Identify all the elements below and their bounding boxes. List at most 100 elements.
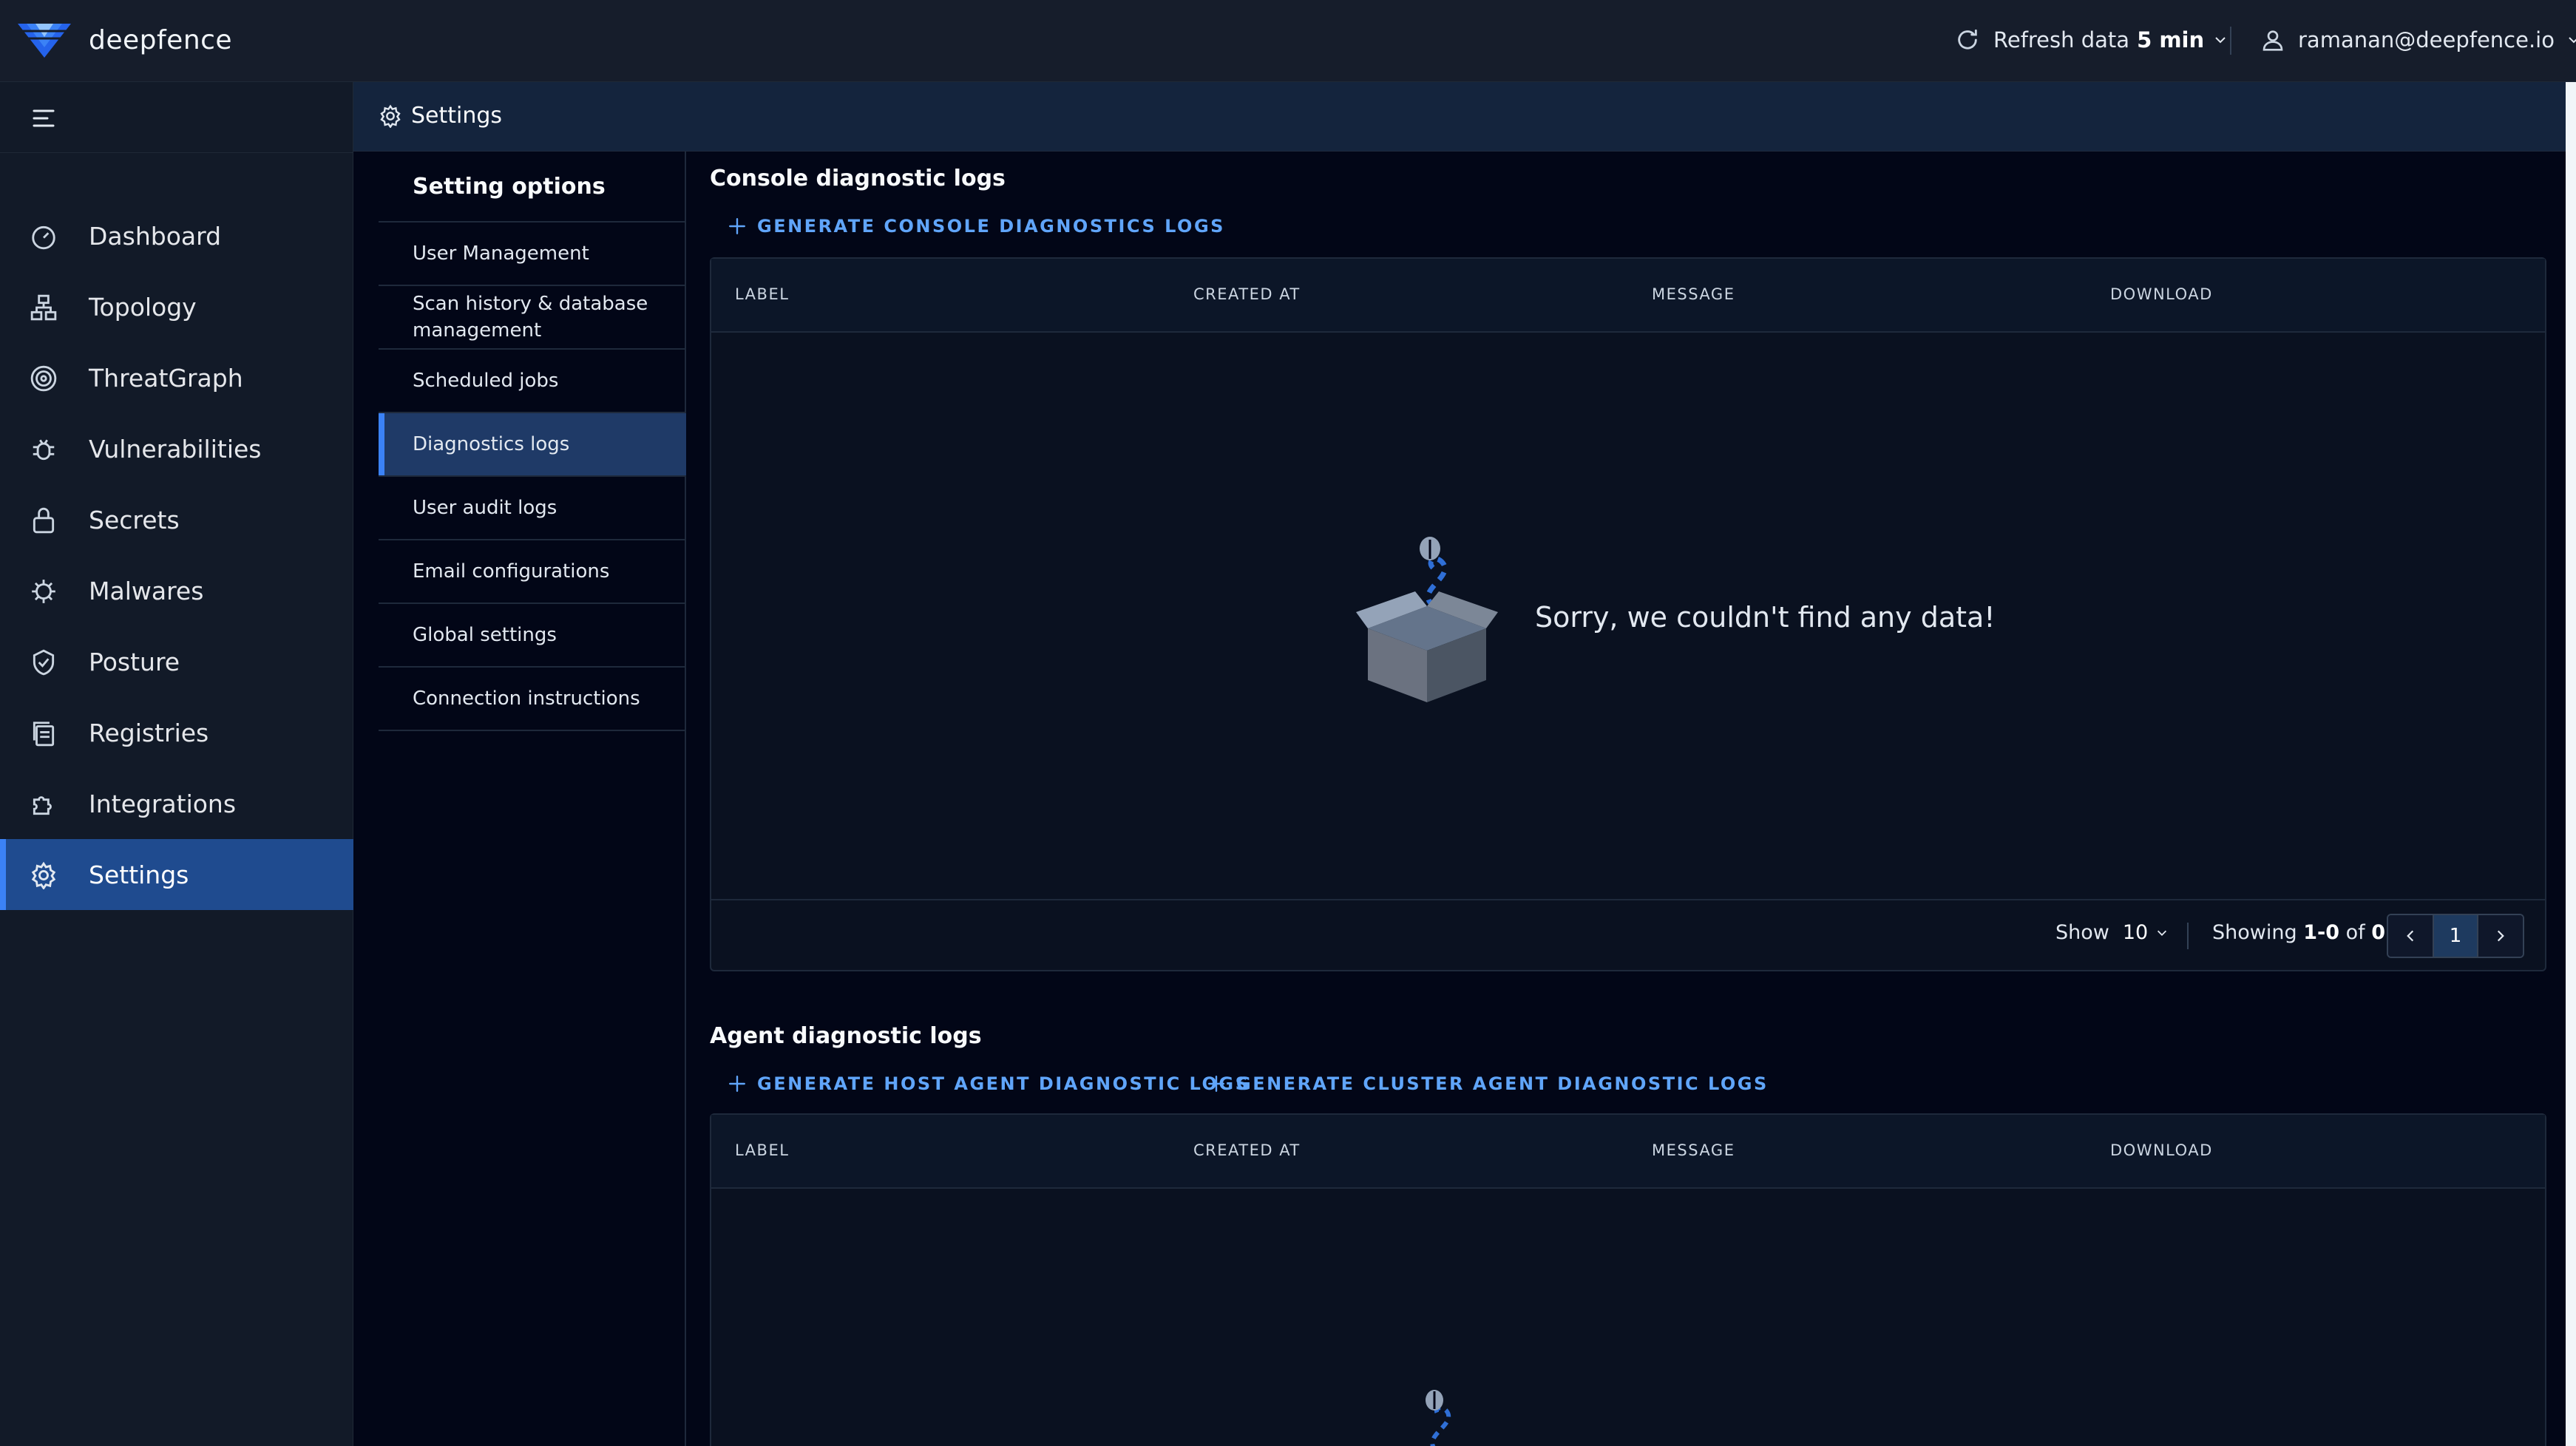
plus-icon <box>729 1076 745 1092</box>
settings-option-email-configurations[interactable]: Email configurations <box>379 540 686 604</box>
generate-cluster-agent-logs-button[interactable]: GENERATE CLUSTER AGENT DIAGNOSTIC LOGS <box>1207 1069 1769 1099</box>
column-header-label[interactable]: LABEL <box>735 1141 789 1159</box>
menu-icon <box>33 109 55 127</box>
threatgraph-icon <box>30 365 57 392</box>
empty-box-icon <box>1426 1390 1451 1446</box>
brand[interactable]: deepfence <box>18 21 232 59</box>
topology-icon <box>30 294 57 321</box>
chevron-down-icon <box>2569 37 2576 44</box>
empty-state-message: Sorry, we couldn't find any data! <box>1535 601 1996 634</box>
scrollbar-track[interactable] <box>2566 82 2576 1446</box>
sidebar-item-label: Posture <box>89 647 180 676</box>
next-page-button[interactable] <box>2478 915 2523 957</box>
sidebar-item-label: Settings <box>89 860 189 889</box>
previous-page-button[interactable] <box>2388 915 2433 957</box>
sidebar-item-label: Secrets <box>89 505 180 534</box>
settings-option-user-management[interactable]: User Management <box>379 223 686 286</box>
showing-total: 0 <box>2371 921 2385 944</box>
sidebar-item-label: ThreatGraph <box>89 363 243 393</box>
shield-icon <box>33 649 55 676</box>
empty-state: Sorry, we couldn't find any data! <box>1353 532 1996 702</box>
sidebar-toggle[interactable] <box>0 82 353 153</box>
sidebar-item-vulnerabilities[interactable]: Vulnerabilities <box>0 413 353 484</box>
settings-option-diagnostics-logs[interactable]: Diagnostics logs <box>379 413 686 477</box>
plus-icon <box>1208 1076 1224 1092</box>
user-menu[interactable]: ramanan@deepfence.io <box>2261 24 2576 56</box>
page-number-button[interactable]: 1 <box>2433 915 2478 957</box>
dashboard-icon <box>32 225 55 250</box>
settings-options-panel: Setting options User Management Scan his… <box>353 152 686 1446</box>
pager: 1 <box>2387 914 2524 958</box>
column-header-message[interactable]: MESSAGE <box>1652 285 1735 303</box>
registry-icon <box>33 722 55 747</box>
console-logs-table: LABEL CREATED AT MESSAGE DOWNLOAD Sorry,… <box>710 257 2546 971</box>
plus-icon <box>729 218 745 234</box>
column-header-message[interactable]: MESSAGE <box>1652 1141 1735 1159</box>
malware-icon <box>32 580 55 603</box>
sidebar-item-dashboard[interactable]: Dashboard <box>0 200 353 271</box>
brand-name: deepfence <box>89 24 233 55</box>
generate-console-logs-button[interactable]: GENERATE CONSOLE DIAGNOSTICS LOGS <box>728 211 1225 241</box>
sidebar-item-label: Dashboard <box>89 221 222 251</box>
sidebar-item-registries[interactable]: Registries <box>0 697 353 768</box>
column-header-label[interactable]: LABEL <box>735 285 789 303</box>
column-header-created-at[interactable]: CREATED AT <box>1193 285 1301 303</box>
pagination-bar: Show 10 Showing 1-0 of 0 1 <box>711 899 2545 970</box>
showing-range: 1-0 <box>2303 921 2339 944</box>
refresh-label: Refresh data <box>1993 27 2130 52</box>
page-size-label: Show <box>2055 921 2109 944</box>
sidebar-item-topology[interactable]: Topology <box>0 271 353 342</box>
bug-icon <box>33 439 55 461</box>
pagination-summary: Showing 1-0 of 0 <box>2212 921 2385 944</box>
sidebar-item-integrations[interactable]: Integrations <box>0 768 353 839</box>
chevron-down-icon <box>2215 37 2226 44</box>
settings-option-scan-history[interactable]: Scan history & database management <box>379 286 686 350</box>
settings-option-scheduled-jobs[interactable]: Scheduled jobs <box>379 350 686 413</box>
refresh-value: 5 min <box>2137 27 2205 52</box>
sidebar-item-label: Vulnerabilities <box>89 434 262 464</box>
empty-box-icon <box>1356 537 1498 702</box>
column-header-download[interactable]: DOWNLOAD <box>2110 1141 2213 1159</box>
sidebar-item-malwares[interactable]: Malwares <box>0 555 353 626</box>
settings-option-connection-instructions[interactable]: Connection instructions <box>379 668 686 731</box>
page-size-selector[interactable]: Show 10 <box>2055 921 2169 944</box>
chevron-right-icon <box>2497 930 2504 942</box>
settings-options-title: Setting options <box>379 152 686 223</box>
generate-host-agent-logs-label: GENERATE HOST AGENT DIAGNOSTIC LOGS <box>757 1073 1250 1094</box>
sidebar-item-label: Malwares <box>89 576 204 605</box>
settings-option-user-audit-logs[interactable]: User audit logs <box>379 477 686 540</box>
sidebar-item-settings[interactable]: Settings <box>0 839 353 910</box>
column-header-download[interactable]: DOWNLOAD <box>2110 285 2213 303</box>
sidebar-item-label: Registries <box>89 718 209 747</box>
settings-option-global-settings[interactable]: Global settings <box>379 604 686 668</box>
console-logs-title: Console diagnostic logs <box>710 166 1006 191</box>
gear-icon <box>31 861 56 889</box>
sidebar-item-secrets[interactable]: Secrets <box>0 484 353 555</box>
pagination-divider <box>2187 923 2189 949</box>
refresh-icon <box>1958 29 1977 50</box>
top-bar: deepfence Refresh data 5 min ramanan@dee… <box>0 0 2576 82</box>
showing-of: of <box>2345 921 2365 944</box>
sidebar-item-posture[interactable]: Posture <box>0 626 353 697</box>
refresh-data-dropdown[interactable]: Refresh data 5 min <box>1955 24 2228 56</box>
chevron-left-icon <box>2407 930 2414 942</box>
lock-icon <box>33 507 55 534</box>
user-email: ramanan@deepfence.io <box>2298 27 2555 52</box>
page-size-value: 10 <box>2122 921 2149 944</box>
generate-console-logs-label: GENERATE CONSOLE DIAGNOSTICS LOGS <box>757 216 1225 237</box>
agent-logs-table: LABEL CREATED AT MESSAGE DOWNLOAD <box>710 1113 2546 1446</box>
generate-cluster-agent-logs-label: GENERATE CLUSTER AGENT DIAGNOSTIC LOGS <box>1236 1073 1769 1094</box>
gear-icon <box>380 104 401 128</box>
sidebar-item-label: Topology <box>89 292 197 322</box>
sidebar-item-label: Integrations <box>89 789 237 818</box>
puzzle-icon <box>33 796 52 815</box>
user-icon <box>2263 30 2283 51</box>
generate-host-agent-logs-button[interactable]: GENERATE HOST AGENT DIAGNOSTIC LOGS <box>728 1069 1250 1099</box>
sidebar: Dashboard Topology ThreatGraph Vulnerabi… <box>0 82 353 1446</box>
column-header-created-at[interactable]: CREATED AT <box>1193 1141 1301 1159</box>
table-header: LABEL CREATED AT MESSAGE DOWNLOAD <box>711 259 2545 333</box>
sidebar-item-threatgraph[interactable]: ThreatGraph <box>0 342 353 413</box>
table-header: LABEL CREATED AT MESSAGE DOWNLOAD <box>711 1115 2545 1189</box>
agent-logs-title: Agent diagnostic logs <box>710 1023 982 1049</box>
chevron-down-icon <box>2158 930 2167 936</box>
